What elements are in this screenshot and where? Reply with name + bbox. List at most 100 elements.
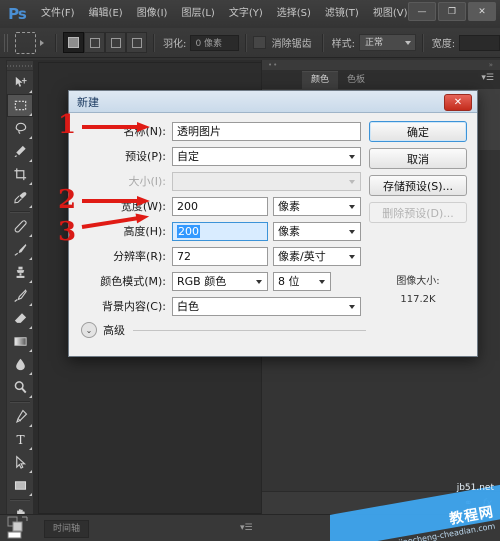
clone-stamp-tool[interactable] [7, 261, 33, 284]
tools-panel: T [6, 60, 34, 541]
menu-layer[interactable]: 图层(L) [174, 0, 221, 28]
selection-mode-group [63, 32, 148, 53]
advanced-divider [133, 329, 366, 331]
link-layers-icon[interactable]: ⚭ [464, 498, 472, 509]
subtract-from-selection-button[interactable] [105, 32, 127, 53]
eraser-tool[interactable] [7, 307, 33, 330]
annotation-number-2: 2 [58, 185, 77, 215]
history-brush-tool[interactable] [7, 284, 33, 307]
tool-divider [10, 401, 30, 403]
menu-file[interactable]: 文件(F) [34, 0, 82, 28]
save-preset-button[interactable]: 存储预设(S)... [369, 175, 467, 196]
image-size-info: 图像大小: 117.2K [369, 273, 467, 309]
brush-tool[interactable] [7, 238, 33, 261]
options-bar-grip[interactable] [4, 33, 10, 52]
divider [421, 33, 424, 52]
panel-collapse-bar[interactable]: •• » [262, 60, 500, 70]
move-tool[interactable] [7, 71, 33, 94]
quick-selection-tool[interactable] [7, 140, 33, 163]
panel-grip-left-icon[interactable]: •• [268, 61, 278, 69]
dialog-title: 新建 [77, 95, 99, 109]
rectangle-tool[interactable] [7, 474, 33, 497]
dialog-button-column: 确定 取消 存储预设(S)... 删除预设(D)... [369, 121, 467, 229]
annotation-arrow-2 [82, 196, 150, 206]
height-unit-select[interactable]: 像素 [273, 221, 361, 241]
close-button[interactable]: ✕ [468, 2, 496, 21]
status-bar: 时间轴 ▾☰ [0, 514, 500, 541]
annotation-number-3: 3 [58, 217, 77, 247]
bit-depth-select[interactable]: 8 位 [273, 271, 331, 291]
color-mode-select[interactable]: RGB 颜色 [172, 271, 268, 291]
intersect-selection-button[interactable] [126, 32, 148, 53]
dialog-title-bar[interactable]: 新建 ✕ [69, 91, 477, 113]
maximize-button[interactable]: ❐ [438, 2, 466, 21]
width-input[interactable]: 200 [172, 196, 268, 216]
gradient-tool[interactable] [7, 330, 33, 353]
width-label: 宽度: [431, 39, 456, 50]
divider [153, 33, 156, 52]
style-select[interactable]: 正常 [359, 34, 416, 51]
type-tool[interactable]: T [7, 428, 33, 451]
antialias-checkbox[interactable] [253, 36, 266, 49]
preset-select[interactable]: 自定 [172, 146, 361, 166]
spot-healing-brush-tool[interactable] [7, 215, 33, 238]
photoshop-logo: Ps [8, 5, 27, 23]
dialog-body: 名称(N): 透明图片 预设(P): 自定 大小(I): 宽度(W): 200 … [69, 113, 477, 338]
menu-select[interactable]: 选择(S) [270, 0, 318, 28]
blur-tool[interactable] [7, 353, 33, 376]
path-selection-tool[interactable] [7, 451, 33, 474]
active-tool-icon[interactable] [14, 31, 37, 54]
rectangular-marquee-tool[interactable] [7, 94, 33, 117]
eyedropper-tool[interactable] [7, 186, 33, 209]
width-input[interactable] [459, 34, 500, 51]
color-panel-tabs: 颜色 色板 ▾☰ [262, 70, 500, 90]
feather-label: 羽化: [163, 39, 187, 50]
layer-style-fx-icon[interactable]: fx [483, 498, 492, 509]
timeline-menu-icon[interactable]: ▾☰ [240, 523, 253, 533]
color-mode-label: 颜色模式(M): [100, 275, 166, 288]
dodge-tool[interactable] [7, 376, 33, 399]
height-input[interactable]: 200 [172, 221, 268, 241]
resolution-unit-select[interactable]: 像素/英寸 [273, 246, 361, 266]
name-input[interactable]: 透明图片 [172, 121, 361, 141]
advanced-section-toggle[interactable]: ⌄ 高级 [79, 322, 366, 338]
feather-input[interactable]: 0 像素 [190, 34, 240, 51]
preset-label: 预设(P): [125, 150, 166, 163]
tools-panel-grip[interactable] [7, 61, 33, 71]
background-select[interactable]: 白色 [172, 296, 361, 316]
new-selection-button[interactable] [63, 32, 85, 53]
tab-color[interactable]: 颜色 [302, 71, 339, 89]
tool-preset-chevron-icon[interactable] [40, 39, 45, 46]
chevron-down-icon[interactable]: ⌄ [81, 322, 97, 338]
menu-edit[interactable]: 编辑(E) [82, 0, 130, 28]
panel-grip-right-icon[interactable]: » [489, 61, 494, 69]
size-label: 大小(I): [128, 175, 166, 188]
pen-tool[interactable] [7, 405, 33, 428]
panel-menu-icon[interactable]: ▾☰ [481, 74, 494, 83]
minimize-button[interactable]: — [408, 2, 436, 21]
advanced-label: 高级 [103, 324, 125, 337]
background-label: 背景内容(C): [102, 300, 166, 313]
resolution-input[interactable]: 72 [172, 246, 268, 266]
svg-text:T: T [16, 433, 24, 447]
divider [55, 33, 58, 52]
photoshop-window: Ps 文件(F) 编辑(E) 图像(I) 图层(L) 文字(Y) 选择(S) 滤… [0, 0, 500, 541]
layers-panel-footer: ⚭ fx [262, 491, 500, 515]
foreground-background-color-swatch[interactable] [6, 515, 32, 539]
lasso-tool[interactable] [7, 117, 33, 140]
timeline-tab[interactable]: 时间轴 [44, 520, 90, 538]
menu-type[interactable]: 文字(Y) [222, 0, 270, 28]
menu-image[interactable]: 图像(I) [130, 0, 175, 28]
tab-swatches[interactable]: 色板 [338, 72, 374, 89]
annotation-number-1: 1 [58, 110, 77, 140]
divider [321, 33, 324, 52]
crop-tool[interactable] [7, 163, 33, 186]
menu-filter[interactable]: 滤镜(T) [318, 0, 366, 28]
width-unit-select[interactable]: 像素 [273, 196, 361, 216]
size-select [172, 171, 361, 191]
cancel-button[interactable]: 取消 [369, 148, 467, 169]
field-row-resolution: 分辨率(R): 72 像素/英寸 [79, 246, 467, 266]
add-to-selection-button[interactable] [84, 32, 106, 53]
dialog-close-button[interactable]: ✕ [444, 94, 472, 111]
ok-button[interactable]: 确定 [369, 121, 467, 142]
